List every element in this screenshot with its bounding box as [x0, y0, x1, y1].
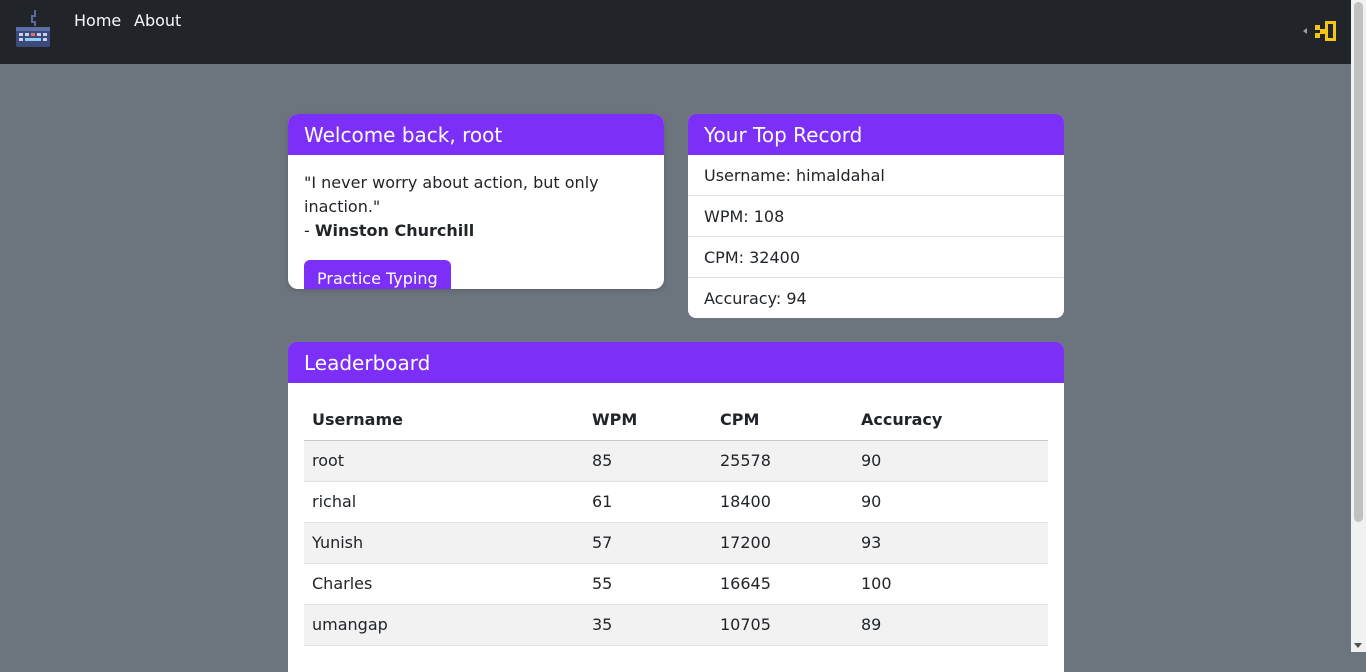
cell-cpm: 17200: [712, 522, 853, 564]
navbar: Home About: [0, 0, 1351, 64]
column-header-wpm: WPM: [584, 399, 712, 441]
table-row: Charles 55 16645 100: [304, 563, 1048, 605]
cell-cpm: 25578: [712, 440, 853, 482]
scrollbar-thumb[interactable]: [1354, 2, 1363, 522]
cell-cpm: 16645: [712, 563, 853, 605]
cell-username: umangap: [304, 604, 584, 646]
nav-about-link[interactable]: About: [134, 11, 181, 30]
cell-username: richal: [304, 481, 584, 523]
cell-accuracy: 100: [853, 563, 1048, 605]
cell-accuracy: 89: [853, 604, 1048, 646]
record-accuracy: Accuracy: 94: [704, 289, 807, 308]
column-header-accuracy: Accuracy: [853, 399, 1048, 441]
top-record-card: Your Top Record Username: himaldahal WPM…: [688, 114, 1064, 318]
welcome-title: Welcome back, root: [288, 114, 664, 155]
cell-wpm: 57: [584, 522, 712, 564]
column-header-cpm: CPM: [712, 399, 853, 441]
cell-accuracy: 90: [853, 440, 1048, 482]
welcome-card: Welcome back, root "I never worry about …: [288, 114, 664, 289]
cell-username: root: [304, 440, 584, 482]
quote-author-prefix: -: [304, 221, 315, 240]
record-wpm: WPM: 108: [688, 196, 1064, 237]
cell-accuracy: 90: [853, 481, 1048, 523]
keyboard-logo-icon[interactable]: [15, 10, 51, 48]
table-row: root 85 25578 90: [304, 440, 1048, 482]
cell-wpm: 55: [584, 563, 712, 605]
page-scrollbar[interactable]: [1351, 0, 1366, 652]
top-record-title: Your Top Record: [688, 114, 1064, 155]
quote-author: - Winston Churchill: [304, 219, 648, 243]
quote-text: "I never worry about action, but only in…: [304, 173, 599, 216]
leaderboard-card: Leaderboard Username WPM CPM Accuracy ro…: [288, 342, 1064, 672]
nav-home-link[interactable]: Home: [74, 11, 121, 30]
cell-wpm: 35: [584, 604, 712, 646]
cell-cpm: 18400: [712, 481, 853, 523]
record-cpm: CPM: 32400: [688, 237, 1064, 278]
leaderboard-title: Leaderboard: [288, 342, 1064, 383]
cell-accuracy: 93: [853, 522, 1048, 564]
logout-icon[interactable]: [1301, 19, 1337, 43]
cell-username: Yunish: [304, 522, 584, 564]
scroll-down-arrow-icon[interactable]: [1354, 643, 1362, 648]
table-row: Yunish 57 17200 93: [304, 522, 1048, 564]
table-header-row: Username WPM CPM Accuracy: [304, 399, 1048, 441]
record-username: Username: himaldahal: [688, 155, 1064, 196]
table-row: richal 61 18400 90: [304, 481, 1048, 523]
quote-author-name: Winston Churchill: [314, 221, 475, 240]
practice-typing-button[interactable]: Practice Typing: [304, 260, 451, 289]
cell-wpm: 85: [584, 440, 712, 482]
table-row: umangap 35 10705 89: [304, 604, 1048, 646]
leaderboard-table: Username WPM CPM Accuracy root 85 25578 …: [304, 399, 1048, 646]
cell-wpm: 61: [584, 481, 712, 523]
column-header-username: Username: [304, 399, 584, 441]
cell-cpm: 10705: [712, 604, 853, 646]
cell-username: Charles: [304, 563, 584, 605]
